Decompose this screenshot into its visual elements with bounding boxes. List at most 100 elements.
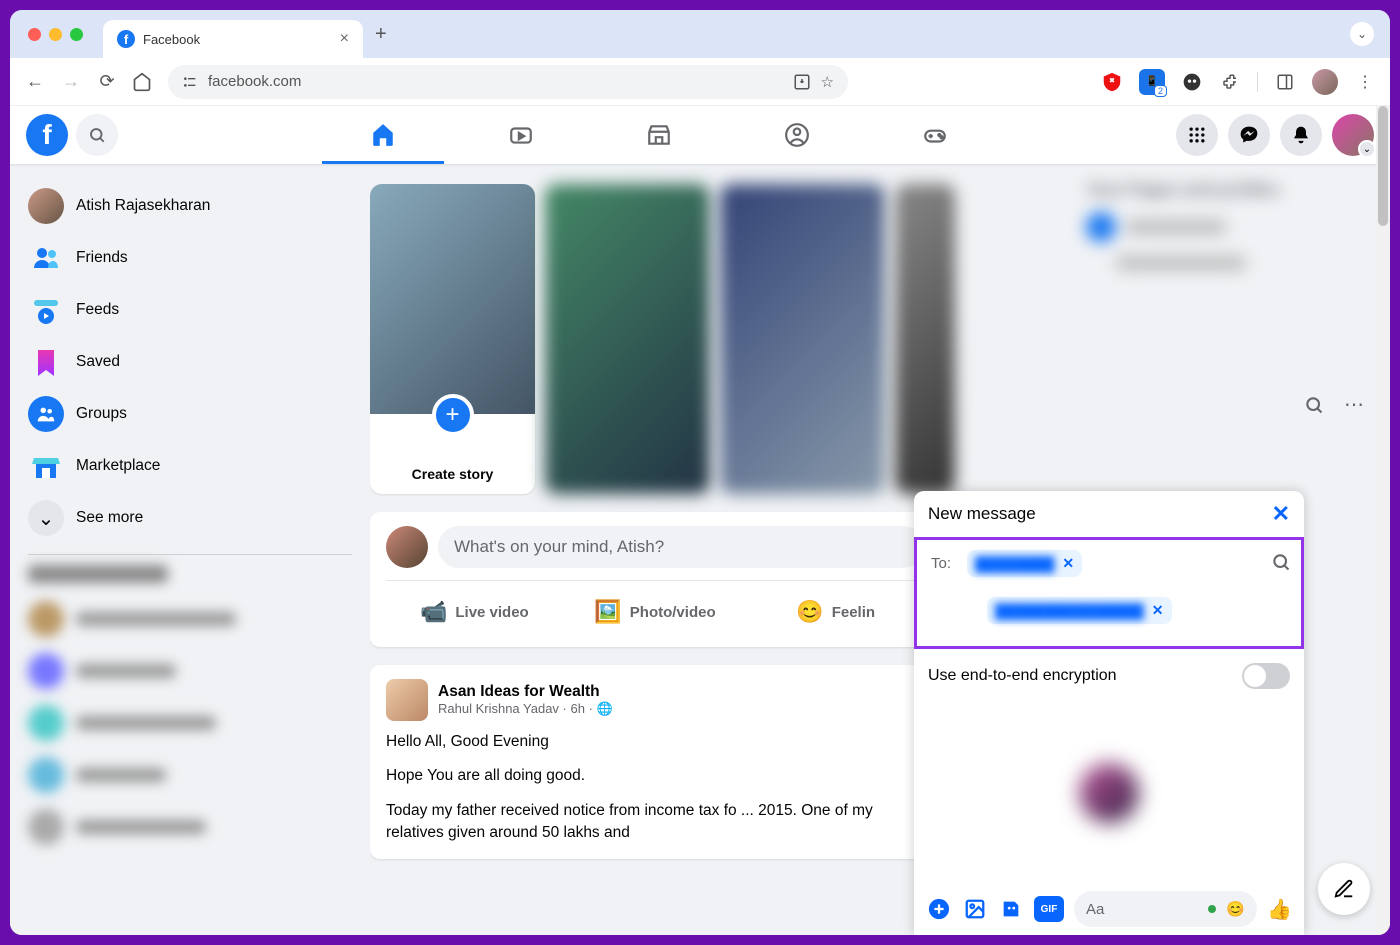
right-rail-actions: ⋯	[1304, 392, 1364, 417]
close-chat-button[interactable]: ✕	[1272, 501, 1290, 527]
sidebar-item-label: Groups	[76, 405, 127, 423]
sidebar-divider	[28, 554, 352, 555]
facebook-app: f Atish Rajasekharan	[10, 106, 1390, 935]
sidebar-profile-name: Atish Rajasekharan	[76, 197, 210, 215]
compose-new-message-button[interactable]	[1318, 863, 1370, 915]
add-story-icon: +	[432, 394, 474, 436]
close-window-button[interactable]	[28, 28, 41, 41]
add-attachment-button[interactable]	[926, 896, 952, 922]
recipient-chip: ████████ ✕	[967, 550, 1082, 577]
encryption-toggle[interactable]	[1242, 663, 1290, 689]
sidebar-item-label: Friends	[76, 249, 128, 267]
nav-marketplace[interactable]	[594, 106, 724, 164]
install-app-icon[interactable]	[793, 73, 811, 91]
forward-button[interactable]: →	[60, 71, 82, 92]
sidebar-item-saved[interactable]: Saved	[18, 336, 362, 388]
address-bar[interactable]: facebook.com ☆	[168, 65, 848, 99]
nav-home[interactable]	[318, 106, 448, 164]
back-button[interactable]: ←	[24, 71, 46, 92]
sidebar-item-label: Saved	[76, 353, 120, 371]
feeling-button[interactable]: 😊Feelin	[747, 591, 924, 633]
extension-with-badge-icon[interactable]: 📱2	[1139, 69, 1165, 95]
story-card[interactable]	[895, 184, 955, 494]
sidebar-shortcuts-blurred	[18, 565, 362, 853]
minimize-window-button[interactable]	[49, 28, 62, 41]
close-tab-button[interactable]: ×	[340, 30, 349, 48]
menu-grid-button[interactable]	[1176, 114, 1218, 156]
profile-avatar-icon[interactable]	[1312, 69, 1338, 95]
saved-icon	[28, 344, 64, 380]
post-composer: What's on your mind, Atish? 📹Live video …	[370, 512, 940, 647]
sidebar-see-more[interactable]: ⌄ See more	[18, 492, 362, 544]
remove-recipient-button[interactable]: ✕	[1062, 555, 1074, 572]
send-like-button[interactable]: 👍	[1267, 897, 1292, 922]
messenger-button[interactable]	[1228, 114, 1270, 156]
sidepanel-icon[interactable]	[1274, 71, 1296, 93]
groups-icon	[28, 396, 64, 432]
encryption-row: Use end-to-end encryption	[914, 649, 1304, 703]
emoji-picker-icon[interactable]: 😊	[1226, 900, 1245, 918]
nav-watch[interactable]	[456, 106, 586, 164]
sidebar-item-marketplace[interactable]: Marketplace	[18, 440, 362, 492]
create-story-label: Create story	[370, 466, 535, 482]
tab-search-button[interactable]: ⌄	[1350, 22, 1374, 46]
video-camera-icon: 📹	[420, 599, 447, 625]
feed-post: Asan Ideas for Wealth Rahul Krishna Yada…	[370, 665, 940, 859]
new-tab-button[interactable]: +	[375, 23, 387, 46]
extensions-menu-icon[interactable]	[1219, 71, 1241, 93]
sidebar-item-label: Marketplace	[76, 457, 160, 475]
add-image-button[interactable]	[962, 896, 988, 922]
adblock-extension-icon[interactable]	[1101, 71, 1123, 93]
sidebar-item-feeds[interactable]: Feeds	[18, 284, 362, 336]
remove-recipient-button[interactable]: ✕	[1152, 602, 1164, 619]
maximize-window-button[interactable]	[70, 28, 83, 41]
home-button[interactable]	[132, 72, 154, 92]
message-input[interactable]: Aa 😊	[1074, 891, 1257, 927]
sidebar-item-groups[interactable]: Groups	[18, 388, 362, 440]
browser-titlebar: f Facebook × + ⌄	[10, 10, 1390, 58]
reload-button[interactable]: ⟳	[96, 71, 118, 92]
facebook-logo-icon[interactable]: f	[26, 114, 68, 156]
options-button[interactable]: ⋯	[1344, 392, 1364, 417]
account-avatar[interactable]	[1332, 114, 1374, 156]
facebook-favicon-icon: f	[117, 30, 135, 48]
create-story-card[interactable]: + Create story	[370, 184, 535, 494]
photo-video-button[interactable]: 🖼️Photo/video	[567, 591, 744, 633]
separator	[1257, 72, 1258, 92]
chat-composer: GIF Aa 😊 👍	[914, 883, 1304, 935]
browser-toolbar: ← → ⟳ facebook.com ☆ 📱2 ⋮	[10, 58, 1390, 106]
bookmark-icon[interactable]: ☆	[821, 73, 834, 91]
story-card[interactable]	[545, 184, 710, 494]
post-page-name[interactable]: Asan Ideas for Wealth	[438, 683, 613, 701]
composer-input[interactable]: What's on your mind, Atish?	[438, 526, 924, 568]
post-meta: Rahul Krishna Yadav · 6h · 🌐	[438, 701, 613, 717]
site-settings-icon[interactable]	[182, 74, 198, 90]
facebook-body: Atish Rajasekharan Friends Feeds Saved G…	[10, 164, 1390, 935]
search-contacts-button[interactable]	[1304, 395, 1324, 415]
sidebar-profile-link[interactable]: Atish Rajasekharan	[18, 180, 362, 232]
browser-menu-icon[interactable]: ⋮	[1354, 71, 1376, 93]
smiley-icon: 😊	[796, 599, 823, 625]
active-status-dot-icon	[1208, 905, 1216, 913]
nav-gaming[interactable]	[870, 106, 1000, 164]
composer-avatar-icon[interactable]	[386, 526, 428, 568]
notifications-button[interactable]	[1280, 114, 1322, 156]
extension-icon[interactable]	[1181, 71, 1203, 93]
live-video-button[interactable]: 📹Live video	[386, 591, 563, 633]
post-body: Hello All, Good Evening Hope You are all…	[386, 731, 924, 845]
nav-groups[interactable]	[732, 106, 862, 164]
add-sticker-button[interactable]	[998, 896, 1024, 922]
encryption-label: Use end-to-end encryption	[928, 667, 1117, 685]
chat-preview-blurred	[914, 703, 1304, 883]
browser-tab[interactable]: f Facebook ×	[103, 20, 363, 58]
post-author-avatar-icon[interactable]	[386, 679, 428, 721]
search-button[interactable]	[76, 114, 118, 156]
new-message-popup: New message ✕ To: ████████ ✕ ███████████…	[914, 491, 1304, 935]
feeds-icon	[28, 292, 64, 328]
sidebar-item-friends[interactable]: Friends	[18, 232, 362, 284]
recipients-field[interactable]: To: ████████ ✕ ███████████████ ✕	[914, 537, 1304, 649]
story-card[interactable]	[720, 184, 885, 494]
search-recipients-icon[interactable]	[1271, 552, 1291, 572]
gif-button[interactable]: GIF	[1034, 896, 1064, 922]
stories-row: + Create story	[370, 184, 1070, 494]
